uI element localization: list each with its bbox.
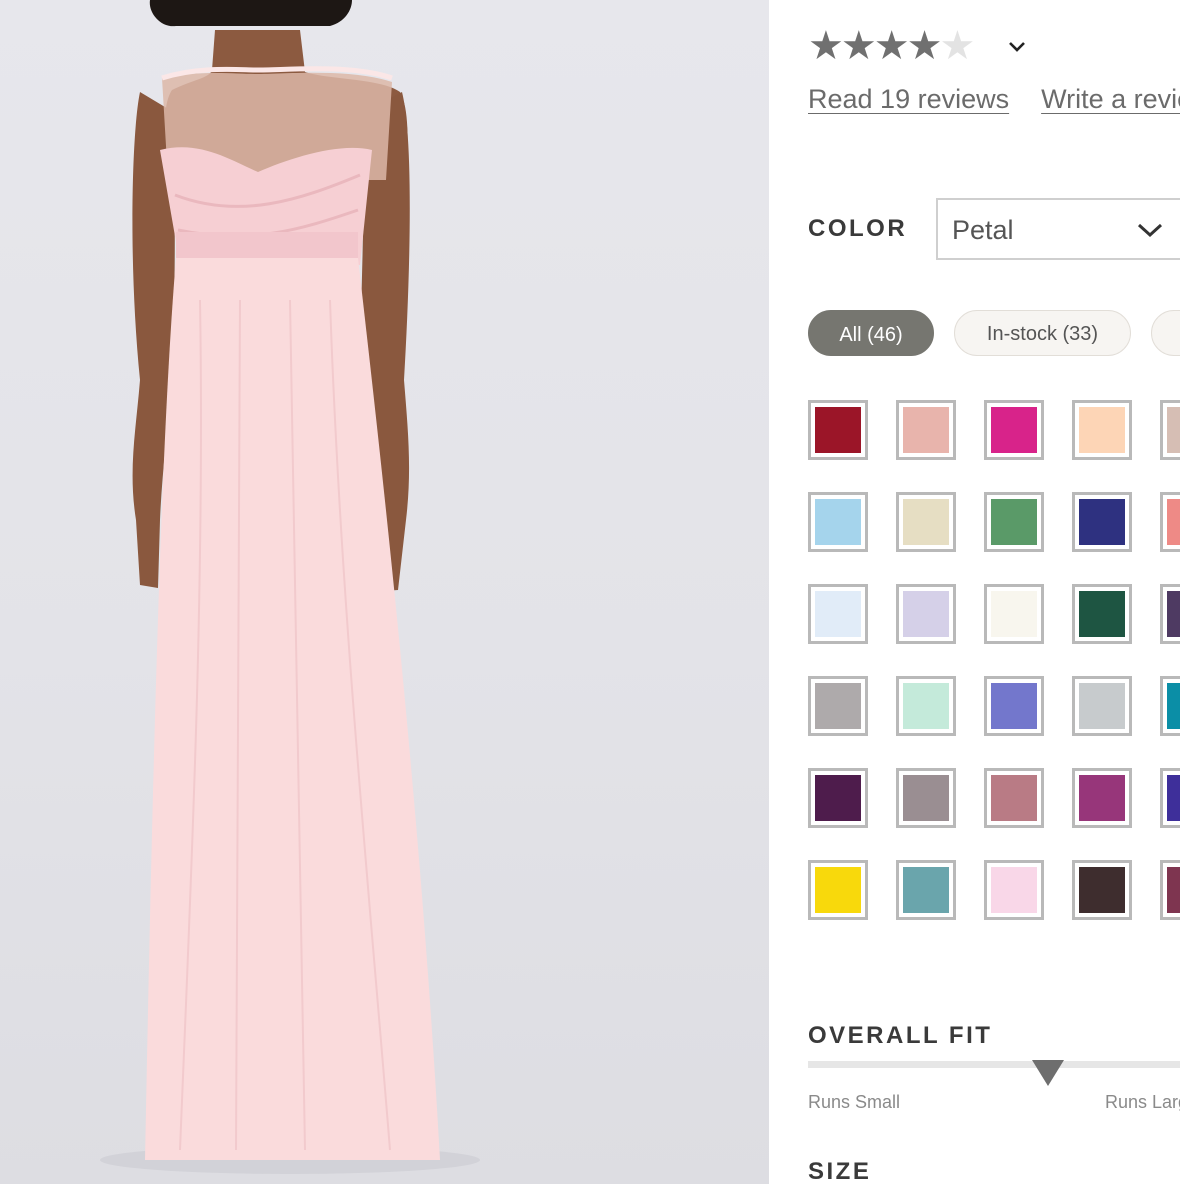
color-swatch-fill (903, 407, 949, 453)
color-swatch-fill (991, 499, 1037, 545)
color-swatch-fill (903, 591, 949, 637)
color-swatch-fill (1079, 775, 1125, 821)
chevron-down-icon[interactable] (1008, 38, 1026, 56)
color-swatch-fill (1167, 775, 1180, 821)
color-swatch-fill (991, 407, 1037, 453)
color-select-value: Petal (952, 215, 1014, 245)
color-select[interactable]: Petal (936, 198, 1180, 260)
star-filled-icon: ★ (840, 23, 877, 69)
color-swatch-fill (1167, 683, 1180, 729)
hair (149, 0, 352, 27)
color-swatch[interactable] (1160, 400, 1180, 460)
color-swatch[interactable] (896, 492, 956, 552)
waistband (176, 232, 358, 262)
color-swatch-fill (1079, 499, 1125, 545)
model-dress-illustration (100, 0, 480, 1174)
color-swatch[interactable] (808, 492, 868, 552)
color-swatch-fill (991, 867, 1037, 913)
color-swatch[interactable] (984, 676, 1044, 736)
chevron-down-icon (1137, 223, 1163, 238)
color-swatch[interactable] (808, 860, 868, 920)
color-swatch[interactable] (896, 768, 956, 828)
color-swatch[interactable] (1160, 860, 1180, 920)
color-swatch[interactable] (1160, 676, 1180, 736)
color-swatch[interactable] (808, 400, 868, 460)
color-swatch[interactable] (896, 860, 956, 920)
color-swatch-fill (1079, 867, 1125, 913)
color-swatch[interactable] (1072, 676, 1132, 736)
color-swatch-fill (903, 775, 949, 821)
color-swatch-fill (815, 499, 861, 545)
fit-min-label: Runs Small (808, 1092, 901, 1112)
filter-all-pill[interactable]: All (46) (808, 310, 934, 356)
fit-marker-icon (1032, 1060, 1064, 1086)
color-swatch[interactable] (984, 584, 1044, 644)
color-swatch-fill (991, 775, 1037, 821)
color-swatch-fill (1079, 591, 1125, 637)
color-swatch[interactable] (1072, 860, 1132, 920)
fit-scale-track (808, 1061, 1180, 1068)
color-filter-pills: All (46) In-stock (33) (808, 310, 1180, 356)
color-swatch[interactable] (808, 676, 868, 736)
color-swatch-fill (1167, 407, 1180, 453)
color-swatch[interactable] (984, 492, 1044, 552)
color-swatch[interactable] (896, 584, 956, 644)
color-label: COLOR (808, 215, 908, 242)
color-swatch-fill (1079, 683, 1125, 729)
color-swatch[interactable] (1160, 492, 1180, 552)
color-swatch[interactable] (808, 768, 868, 828)
color-swatch-fill (903, 683, 949, 729)
color-swatch[interactable] (896, 400, 956, 460)
color-swatch[interactable] (896, 676, 956, 736)
review-links: Read 19 reviews Write a review (808, 84, 1180, 115)
color-swatch-fill (815, 407, 861, 453)
color-swatch[interactable] (1160, 768, 1180, 828)
product-image[interactable] (0, 0, 769, 1184)
color-swatch[interactable] (984, 400, 1044, 460)
color-swatch[interactable] (984, 768, 1044, 828)
color-swatch-fill (1167, 499, 1180, 545)
color-swatch-fill (815, 867, 861, 913)
color-swatch[interactable] (1160, 584, 1180, 644)
color-swatch-fill (815, 775, 861, 821)
color-swatch[interactable] (1072, 400, 1132, 460)
color-swatch-fill (1167, 867, 1180, 913)
star-filled-icon: ★ (873, 23, 910, 69)
color-swatch-fill (991, 683, 1037, 729)
color-swatch[interactable] (1072, 768, 1132, 828)
star-filled-icon: ★ (808, 23, 844, 69)
overall-fit-label: OVERALL FIT (808, 1022, 993, 1049)
color-swatch-fill (903, 867, 949, 913)
product-options-panel: ★ ★ ★ ★ ★ Read 19 reviewsWrite a review … (808, 0, 1180, 1184)
star-empty-icon: ★ (939, 23, 976, 69)
color-swatch-fill (1079, 407, 1125, 453)
filter-more-pill[interactable] (1151, 310, 1180, 356)
color-swatch-fill (991, 591, 1037, 637)
write-review-link[interactable]: Write a review (1041, 84, 1180, 114)
color-swatch-fill (1167, 591, 1180, 637)
color-swatch-fill (815, 591, 861, 637)
fit-max-label: Runs Large (1105, 1092, 1180, 1112)
star-filled-icon: ★ (906, 23, 943, 69)
color-swatch[interactable] (808, 584, 868, 644)
color-swatch[interactable] (1072, 492, 1132, 552)
color-swatch-fill (815, 683, 861, 729)
color-swatch-fill (903, 499, 949, 545)
filter-in-stock-pill[interactable]: In-stock (33) (954, 310, 1131, 356)
read-reviews-link[interactable]: Read 19 reviews (808, 84, 1009, 114)
color-swatch[interactable] (984, 860, 1044, 920)
size-label: SIZE (808, 1158, 872, 1184)
color-swatch[interactable] (1072, 584, 1132, 644)
star-rating[interactable]: ★ ★ ★ ★ ★ (808, 23, 1025, 69)
